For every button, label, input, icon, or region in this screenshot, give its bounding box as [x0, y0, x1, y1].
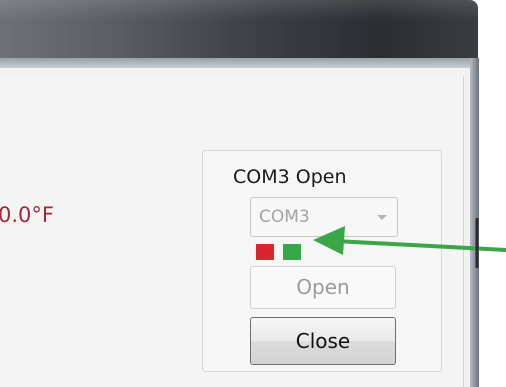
window-title-bar[interactable]: [0, 0, 478, 66]
connected-indicator: [283, 244, 301, 260]
window-frame-right[interactable]: [470, 58, 479, 387]
disconnected-indicator: [256, 244, 274, 260]
com-status-label: COM3 Open: [233, 166, 347, 188]
com-port-select[interactable]: COM3: [250, 197, 398, 237]
temperature-reading: 0.0°F: [0, 203, 54, 227]
screenshot-stage: 0.0°F COM3 Open COM3 Open Close: [0, 0, 506, 387]
com-port-select-value: COM3: [259, 207, 310, 227]
close-button[interactable]: Close: [250, 317, 396, 365]
open-button[interactable]: Open: [250, 266, 396, 309]
window-frame-top: [0, 58, 470, 68]
chevron-down-icon: [377, 215, 387, 220]
